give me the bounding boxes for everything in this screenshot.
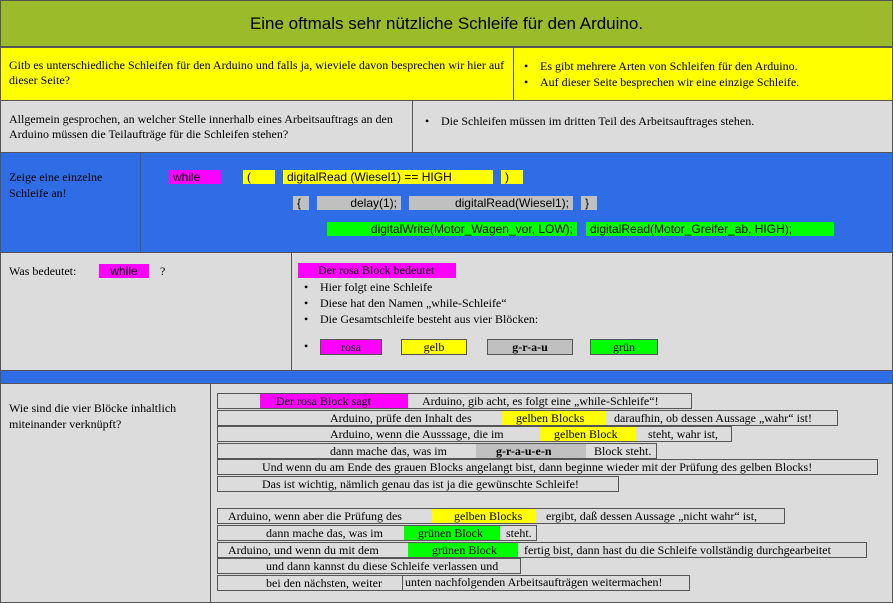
row4-pink-block: Der rosa Block bedeutet [298,263,456,278]
sentence-line: Arduino, wenn aber die Prüfung des gelbe… [217,508,785,524]
sentence-line: und dann kannst du diese Schleife verlas… [217,558,521,574]
code-while: while [169,170,221,184]
code-delay: delay(1); [317,196,401,210]
sentence-line: Und wenn du am Ende des grauen Blocks an… [217,459,878,475]
row4-bullets: Hier folgt eine Schleife Diese hat den N… [300,279,538,327]
row4-answer-cell: Der rosa Block bedeutet Hier folgt eine … [291,252,893,371]
code-read2: digitalRead(Motor_Greifer_ab, HIGH); [586,222,834,236]
row4-question-prefix: Was bedeutet: [9,264,77,278]
row4-question-cell: Was bedeutet: while ? [0,252,292,371]
row4-question-chip: while [99,264,149,278]
code-open-brace: { [293,196,309,210]
block-gruen: grün [590,339,658,355]
row5-question: Wie sind die vier Blöcke inhaltlich mite… [9,401,177,431]
row5-question-cell: Wie sind die vier Blöcke inhaltlich mite… [0,383,211,603]
code-read: digitalRead(Wiesel1); [409,196,573,210]
code-write: digitalWrite(Motor_Wagen_vor, LOW); [327,222,577,236]
row2-question: Allgemein gesprochen, an welcher Stelle … [9,112,393,141]
code-open-paren: ( [243,170,275,184]
block-gelb: gelb [401,339,467,355]
row1-question: Gitb es unterschiedliche Schleifen für d… [9,58,505,87]
row2-answer-list: Die Schleifen müssen im dritten Teil des… [421,113,754,129]
list-item: Diese hat den Namen „while-Schleife“ [300,295,538,311]
block-grau: g-r-a-u [487,339,573,355]
row1-question-cell: Gitb es unterschiedliche Schleifen für d… [0,47,514,101]
list-item: Es gibt mehrere Arten von Schleifen für … [520,58,799,74]
list-item: Hier folgt eine Schleife [300,279,538,295]
code-close-paren: ) [501,170,523,184]
sentence-line: Arduino, und wenn du mit dem grünen Bloc… [217,542,867,558]
list-item: Auf dieser Seite besprechen wir eine ein… [520,74,799,90]
sentence-line: Das ist wichtig, nämlich genau das ist j… [217,476,619,492]
sentence-line: Arduino, wenn die Ausssage, die im gelbe… [217,426,732,442]
list-item: Die Gesamtschleife besteht aus vier Blöc… [300,311,538,327]
sentence-line: dann mache das, was im g-r-a-u-e-n Block… [217,443,657,459]
title-bar: Eine oftmals sehr nützliche Schleife für… [0,0,893,47]
page-title: Eine oftmals sehr nützliche Schleife für… [249,14,644,33]
row1-answer-list: Es gibt mehrere Arten von Schleifen für … [520,58,799,90]
code-close-brace: } [581,196,597,210]
row2-answer-cell: Die Schleifen müssen im dritten Teil des… [412,100,893,153]
blue-separator [0,370,893,384]
row4-blocks-bullet: • [304,339,309,353]
row2-question-cell: Allgemein gesprochen, an welcher Stelle … [0,100,413,153]
sentence-line: Der rosa Block sagt Arduino, gib acht, e… [217,393,692,409]
code-condition: digitalRead (Wiesel1) == HIGH [283,170,493,184]
sentence-line: Arduino, prüfe den Inhalt des gelben Blo… [217,410,838,426]
row5-answer-cell: Der rosa Block sagt Arduino, gib acht, e… [210,383,893,603]
list-item: Die Schleifen müssen im dritten Teil des… [421,113,754,129]
row3-question: Zeige eine einzelne Schleife an! [9,170,103,200]
sentence-line: dann mache das, was im grünen Block steh… [217,525,537,541]
row1-answer-cell: Es gibt mehrere Arten von Schleifen für … [513,47,893,101]
sentence-line: bei den nächsten, weiter unten nachfolge… [217,575,690,591]
block-rosa: rosa [320,339,382,355]
row4-question-suffix: ? [160,264,166,278]
row3-question-cell: Zeige eine einzelne Schleife an! [0,152,141,253]
row3-code-cell: while ( digitalRead (Wiesel1) == HIGH ) … [140,152,893,253]
